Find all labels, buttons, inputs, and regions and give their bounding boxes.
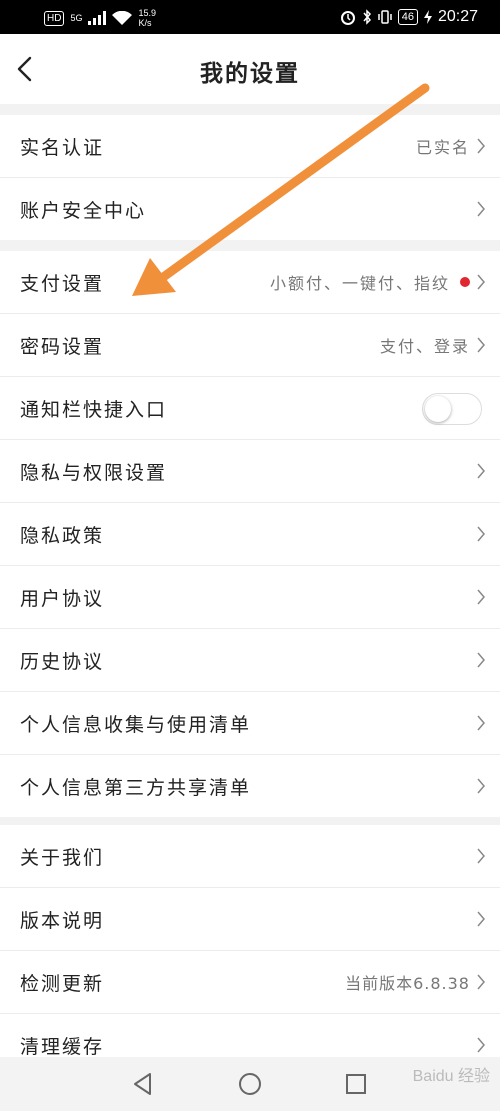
chevron-right-icon <box>477 848 485 864</box>
row-label: 支付设置 <box>20 272 105 295</box>
watermark: Baidu 经验 <box>412 1068 490 1085</box>
row-label: 历史协议 <box>20 650 105 673</box>
wifi-icon <box>112 11 133 25</box>
battery-level: 46 <box>397 9 418 25</box>
list-item-version-notes[interactable]: 版本说明 <box>0 888 500 951</box>
list-item-privacy-permissions[interactable]: 隐私与权限设置 <box>0 440 500 503</box>
chevron-right-icon <box>477 778 485 794</box>
row-label: 用户协议 <box>20 587 105 610</box>
section-settings: 支付设置 小额付、一键付、指纹 密码设置 支付、登录 通知栏快捷入口 隐私与权限… <box>0 251 500 817</box>
chevron-right-icon <box>477 652 485 668</box>
row-label: 账户安全中心 <box>20 199 147 222</box>
row-value: 已实名 <box>415 138 470 157</box>
section-about: 关于我们 版本说明 检测更新 当前版本6.8.38 清理缓存 <box>0 825 500 1076</box>
row-label: 检测更新 <box>20 972 105 995</box>
list-item-user-agreement[interactable]: 用户协议 <box>0 566 500 629</box>
header-bar: 我的设置 <box>0 34 500 104</box>
charging-icon <box>423 10 432 24</box>
hd-indicator: HD <box>44 10 65 26</box>
chevron-right-icon <box>477 1037 485 1053</box>
list-item-real-name[interactable]: 实名认证 已实名 <box>0 115 500 178</box>
row-label: 个人信息第三方共享清单 <box>20 776 252 799</box>
alarm-icon <box>340 11 355 25</box>
list-item-check-update[interactable]: 检测更新 当前版本6.8.38 <box>0 951 500 1014</box>
status-bar: HD 5G 15.9 K/s 46 20:27 <box>0 0 500 34</box>
row-label: 版本说明 <box>20 909 105 932</box>
new-badge-dot <box>460 277 470 287</box>
nav-back-icon[interactable] <box>130 1071 156 1097</box>
page-title: 我的设置 <box>200 61 300 87</box>
row-value: 小额付、一键付、指纹 <box>269 274 450 293</box>
row-value: 支付、登录 <box>379 337 470 356</box>
list-item-privacy-policy[interactable]: 隐私政策 <box>0 503 500 566</box>
list-item-history-agreement[interactable]: 历史协议 <box>0 629 500 692</box>
row-label: 关于我们 <box>20 846 105 869</box>
row-label: 实名认证 <box>20 136 105 159</box>
chevron-right-icon <box>477 911 485 927</box>
clock: 20:27 <box>437 8 478 25</box>
list-item-info-collection-list[interactable]: 个人信息收集与使用清单 <box>0 692 500 755</box>
nav-home-icon[interactable] <box>237 1071 263 1097</box>
list-item-third-party-sharing-list[interactable]: 个人信息第三方共享清单 <box>0 755 500 817</box>
row-label: 清理缓存 <box>20 1035 105 1058</box>
row-label: 个人信息收集与使用清单 <box>20 713 252 736</box>
row-value: 当前版本6.8.38 <box>345 974 470 993</box>
row-label: 通知栏快捷入口 <box>20 398 168 421</box>
bluetooth-icon <box>363 9 371 25</box>
signal-icon <box>88 11 107 25</box>
row-label: 隐私政策 <box>20 524 105 547</box>
list-item-password-settings[interactable]: 密码设置 支付、登录 <box>0 314 500 377</box>
chevron-right-icon <box>477 589 485 605</box>
network-type: 5G <box>70 13 83 23</box>
chevron-right-icon <box>477 201 485 217</box>
notification-shortcut-toggle[interactable] <box>422 393 482 425</box>
row-label: 密码设置 <box>20 335 105 358</box>
network-speed: 15.9 K/s <box>138 8 156 28</box>
list-item-about-us[interactable]: 关于我们 <box>0 825 500 888</box>
row-label: 隐私与权限设置 <box>20 461 168 484</box>
chevron-right-icon <box>477 974 485 990</box>
toggle-knob <box>425 396 451 422</box>
vibrate-icon <box>377 10 392 24</box>
nav-recents-icon[interactable] <box>343 1071 369 1097</box>
chevron-right-icon <box>477 337 485 353</box>
section-account: 实名认证 已实名 账户安全中心 <box>0 115 500 240</box>
chevron-right-icon <box>477 526 485 542</box>
chevron-right-icon <box>477 463 485 479</box>
list-item-notification-shortcut: 通知栏快捷入口 <box>0 377 500 440</box>
chevron-right-icon <box>477 715 485 731</box>
chevron-right-icon <box>477 138 485 154</box>
list-item-payment-settings[interactable]: 支付设置 小额付、一键付、指纹 <box>0 251 500 314</box>
chevron-right-icon <box>477 274 485 290</box>
list-item-account-security[interactable]: 账户安全中心 <box>0 178 500 240</box>
